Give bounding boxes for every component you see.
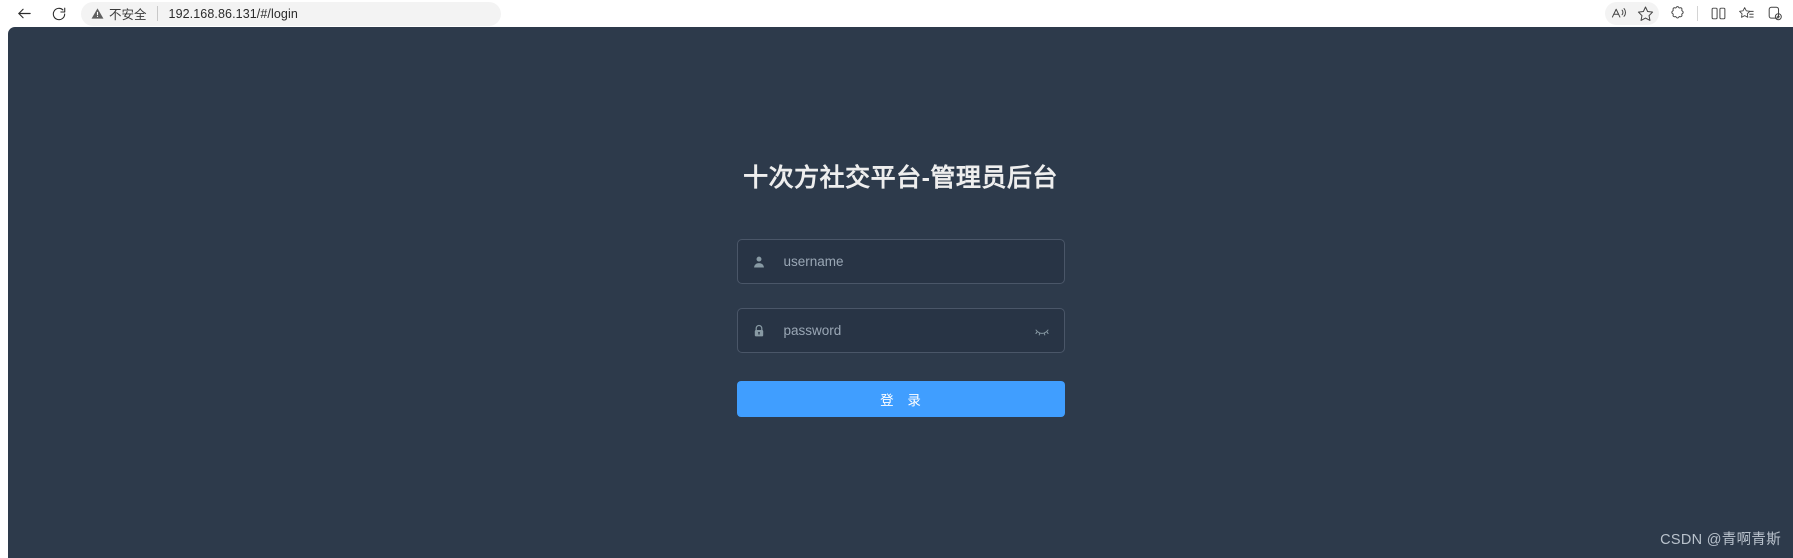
split-screen-icon[interactable] — [1705, 2, 1731, 25]
csdn-watermark: CSDN @青啊青斯 — [1660, 532, 1781, 548]
collections-icon[interactable] — [1733, 2, 1759, 25]
page-title: 十次方社交平台-管理员后台 — [743, 164, 1058, 192]
read-aloud-icon[interactable] — [1606, 2, 1632, 25]
warning-triangle-icon — [91, 8, 104, 19]
login-submit-button[interactable]: 登 录 — [736, 381, 1065, 417]
login-page: 十次方社交平台-管理员后台 username 登 录 CSDN @青啊青斯 — [8, 27, 1793, 558]
omnibox-divider — [156, 6, 158, 21]
browser-viewport: 十次方社交平台-管理员后台 username 登 录 CSDN @青啊青斯 — [0, 27, 1793, 558]
toolbar-separator — [1697, 6, 1698, 21]
reload-icon — [52, 7, 66, 20]
extensions-puzzle-icon[interactable] — [1664, 2, 1690, 25]
security-label: 不安全 — [109, 8, 147, 22]
browser-essentials-icon[interactable] — [1761, 2, 1787, 25]
username-field[interactable] — [736, 239, 1065, 284]
favorite-star-icon[interactable] — [1632, 2, 1658, 25]
login-container: 十次方社交平台-管理员后台 username 登 录 — [8, 158, 1793, 417]
browser-toolbar: 不安全 192.168.86.131/#/login — [0, 0, 1793, 27]
url-text: 192.168.86.131/#/login — [168, 6, 298, 21]
site-security-indicator[interactable]: 不安全 — [91, 4, 147, 23]
password-input[interactable] — [767, 309, 1032, 352]
browser-toolbar-actions — [1605, 0, 1787, 27]
user-icon — [751, 255, 768, 269]
password-field[interactable] — [736, 308, 1065, 353]
omnibox-action-group — [1605, 2, 1659, 25]
eye-closed-icon[interactable] — [1032, 321, 1052, 341]
back-arrow-icon — [17, 8, 31, 19]
reload-button[interactable] — [45, 2, 73, 26]
username-input[interactable] — [767, 240, 1052, 283]
back-button[interactable] — [10, 2, 38, 26]
lock-icon — [751, 324, 768, 338]
login-form: 登 录 — [736, 239, 1065, 417]
address-bar[interactable]: 不安全 192.168.86.131/#/login — [81, 1, 501, 26]
